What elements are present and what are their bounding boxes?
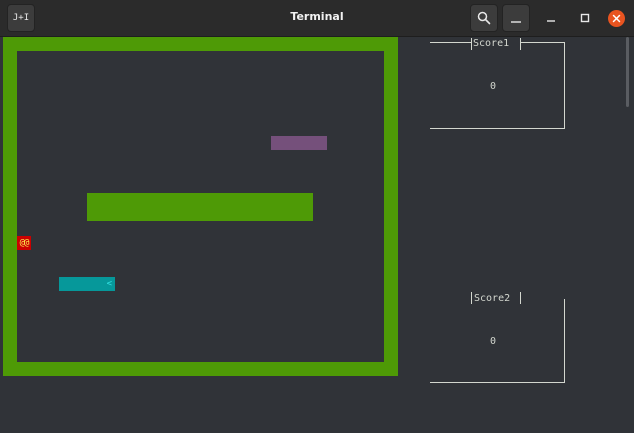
arena-wall-top	[3, 37, 398, 51]
minimize-button[interactable]	[542, 9, 560, 27]
search-icon	[477, 11, 491, 25]
close-button[interactable]	[607, 9, 625, 27]
snake-head: <	[106, 279, 112, 289]
menu-button[interactable]	[502, 4, 530, 32]
close-icon	[607, 9, 625, 27]
snake: <	[59, 277, 115, 291]
arena-wall-bottom	[3, 362, 398, 376]
arena-wall-left	[3, 37, 17, 376]
maximize-button[interactable]	[576, 9, 594, 27]
window-title: Terminal	[290, 10, 344, 23]
minimize-icon	[547, 20, 555, 22]
score2-value: 0	[490, 336, 497, 347]
arena-obstacle	[87, 193, 313, 221]
maximize-icon	[580, 13, 590, 23]
hamburger-menu-icon	[511, 21, 521, 23]
score1-label: Score1	[473, 38, 510, 49]
terminal-content[interactable]: < @@ Score1 0 Score2 0	[0, 37, 634, 433]
score2-label: Score2	[474, 293, 511, 304]
scrollbar[interactable]	[626, 37, 629, 107]
search-button[interactable]	[470, 4, 498, 32]
title-bar: J+I Terminal	[0, 0, 634, 37]
player-marker: @@	[17, 236, 31, 250]
terminal-window: J+I Terminal < @@ Score1 0 Score2 0	[0, 0, 634, 433]
food-block	[271, 136, 327, 150]
score1-value: 0	[490, 81, 497, 92]
arena-wall-right	[384, 37, 398, 376]
